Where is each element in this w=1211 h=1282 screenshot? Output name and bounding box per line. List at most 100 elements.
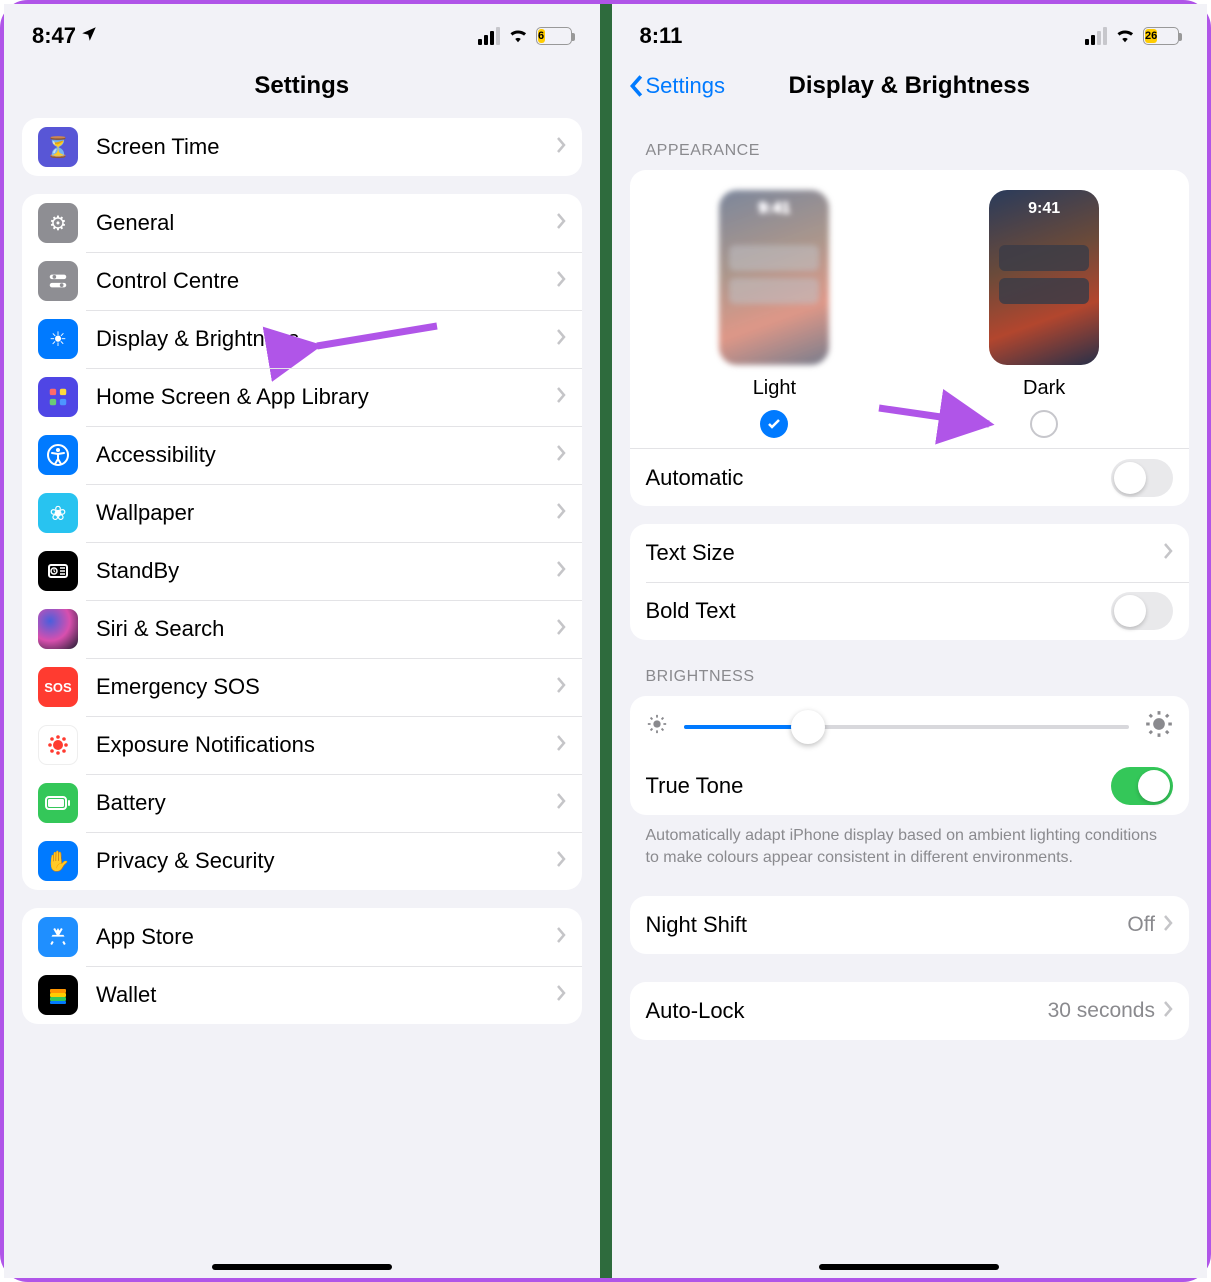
accessibility-icon bbox=[38, 435, 78, 475]
bold-text-toggle[interactable] bbox=[1111, 592, 1173, 630]
radio-unchecked-icon[interactable] bbox=[1030, 410, 1058, 438]
annotation-arrow bbox=[874, 400, 1004, 445]
back-button[interactable]: Settings bbox=[628, 73, 726, 99]
home-indicator[interactable] bbox=[819, 1264, 999, 1270]
dark-preview: 9:41 bbox=[989, 190, 1099, 365]
automatic-toggle[interactable] bbox=[1111, 459, 1173, 497]
flower-icon: ❀ bbox=[38, 493, 78, 533]
cell-standby[interactable]: StandBy bbox=[22, 542, 582, 600]
group-auto-lock: Auto-Lock 30 seconds bbox=[630, 982, 1190, 1040]
group-brightness: True Tone bbox=[630, 696, 1190, 815]
cell-screen-time[interactable]: ⏳ Screen Time bbox=[22, 118, 582, 176]
sliders-icon bbox=[38, 261, 78, 301]
home-indicator[interactable] bbox=[212, 1264, 392, 1270]
light-preview: 9:41 bbox=[719, 190, 829, 365]
status-time: 8:47 bbox=[32, 23, 76, 49]
cell-exposure-notifications[interactable]: Exposure Notifications bbox=[22, 716, 582, 774]
chevron-right-icon bbox=[556, 386, 566, 409]
wifi-icon bbox=[1114, 23, 1136, 49]
wifi-icon bbox=[507, 23, 529, 49]
radio-checked-icon[interactable] bbox=[760, 410, 788, 438]
group-text: Text Size Bold Text bbox=[630, 524, 1190, 640]
cell-control-centre[interactable]: Control Centre bbox=[22, 252, 582, 310]
chevron-right-icon bbox=[556, 136, 566, 159]
chevron-right-icon bbox=[1163, 914, 1173, 937]
group-night-shift: Night Shift Off bbox=[630, 896, 1190, 954]
cell-battery[interactable]: Battery bbox=[22, 774, 582, 832]
cell-auto-lock[interactable]: Auto-Lock 30 seconds bbox=[630, 982, 1190, 1040]
wallet-icon bbox=[38, 975, 78, 1015]
back-label: Settings bbox=[646, 73, 726, 99]
cell-wallpaper[interactable]: ❀ Wallpaper bbox=[22, 484, 582, 542]
status-bar: 8:47 6 bbox=[4, 4, 600, 58]
sun-large-icon bbox=[1145, 710, 1173, 743]
group-store: App Store Wallet bbox=[22, 908, 582, 1024]
true-tone-toggle[interactable] bbox=[1111, 767, 1173, 805]
chevron-right-icon bbox=[556, 444, 566, 467]
appstore-icon bbox=[38, 917, 78, 957]
cell-emergency-sos[interactable]: SOS Emergency SOS bbox=[22, 658, 582, 716]
page-title: Display & Brightness bbox=[789, 72, 1030, 100]
cell-automatic: Automatic bbox=[630, 448, 1190, 506]
cell-siri-search[interactable]: Siri & Search bbox=[22, 600, 582, 658]
battery-icon: 6 bbox=[536, 27, 572, 45]
nav-bar: Settings Display & Brightness bbox=[612, 58, 1208, 114]
cellular-signal-icon bbox=[1085, 27, 1107, 45]
display-brightness-pane: 8:11 26 Settings Display & Brightness AP… bbox=[612, 4, 1208, 1278]
nav-bar: Settings bbox=[4, 58, 600, 114]
exposure-icon bbox=[38, 725, 78, 765]
chevron-right-icon bbox=[556, 792, 566, 815]
true-tone-footer: Automatically adapt iPhone display based… bbox=[630, 815, 1190, 868]
grid-icon bbox=[38, 377, 78, 417]
cell-general[interactable]: ⚙︎ General bbox=[22, 194, 582, 252]
chevron-right-icon bbox=[556, 850, 566, 873]
hand-icon: ✋ bbox=[38, 841, 78, 881]
cell-accessibility[interactable]: Accessibility bbox=[22, 426, 582, 484]
hourglass-icon: ⏳ bbox=[38, 127, 78, 167]
cell-bold-text: Bold Text bbox=[630, 582, 1190, 640]
siri-icon bbox=[38, 609, 78, 649]
cellular-signal-icon bbox=[478, 27, 500, 45]
chevron-right-icon bbox=[556, 270, 566, 293]
sun-icon: ☀︎ bbox=[38, 319, 78, 359]
chevron-right-icon bbox=[556, 212, 566, 235]
chevron-right-icon bbox=[556, 676, 566, 699]
cell-night-shift[interactable]: Night Shift Off bbox=[630, 896, 1190, 954]
sos-icon: SOS bbox=[38, 667, 78, 707]
cell-home-screen[interactable]: Home Screen & App Library bbox=[22, 368, 582, 426]
chevron-right-icon bbox=[556, 734, 566, 757]
pane-divider bbox=[600, 4, 612, 1278]
settings-pane: 8:47 6 Settings ⏳ Screen Time bbox=[4, 4, 600, 1278]
cell-display-brightness[interactable]: ☀︎ Display & Brightness bbox=[22, 310, 582, 368]
appearance-header: APPEARANCE bbox=[630, 114, 1190, 170]
sun-small-icon bbox=[646, 713, 668, 740]
chevron-right-icon bbox=[556, 984, 566, 1007]
cell-true-tone: True Tone bbox=[630, 757, 1190, 815]
group-screentime: ⏳ Screen Time bbox=[22, 118, 582, 176]
chevron-right-icon bbox=[556, 618, 566, 641]
status-bar: 8:11 26 bbox=[612, 4, 1208, 58]
chevron-right-icon bbox=[1163, 542, 1173, 565]
battery-icon bbox=[38, 783, 78, 823]
chevron-right-icon bbox=[556, 328, 566, 351]
cell-app-store[interactable]: App Store bbox=[22, 908, 582, 966]
status-time: 8:11 bbox=[640, 23, 683, 49]
cell-text-size[interactable]: Text Size bbox=[630, 524, 1190, 582]
gear-icon: ⚙︎ bbox=[38, 203, 78, 243]
brightness-header: BRIGHTNESS bbox=[630, 640, 1190, 696]
brightness-slider[interactable] bbox=[684, 725, 1130, 729]
chevron-right-icon bbox=[1163, 1000, 1173, 1023]
chevron-right-icon bbox=[556, 926, 566, 949]
chevron-right-icon bbox=[556, 560, 566, 583]
appearance-option-light[interactable]: 9:41 Light bbox=[719, 190, 829, 438]
cell-wallet[interactable]: Wallet bbox=[22, 966, 582, 1024]
chevron-right-icon bbox=[556, 502, 566, 525]
brightness-slider-row bbox=[630, 696, 1190, 757]
battery-icon: 26 bbox=[1143, 27, 1179, 45]
clock-icon bbox=[38, 551, 78, 591]
location-arrow-icon bbox=[80, 25, 98, 48]
group-general: ⚙︎ General Control Centre ☀︎ Display & B… bbox=[22, 194, 582, 890]
group-appearance: 9:41 Light 9:41 Dark bbox=[630, 170, 1190, 506]
appearance-option-dark[interactable]: 9:41 Dark bbox=[989, 190, 1099, 438]
cell-privacy-security[interactable]: ✋ Privacy & Security bbox=[22, 832, 582, 890]
